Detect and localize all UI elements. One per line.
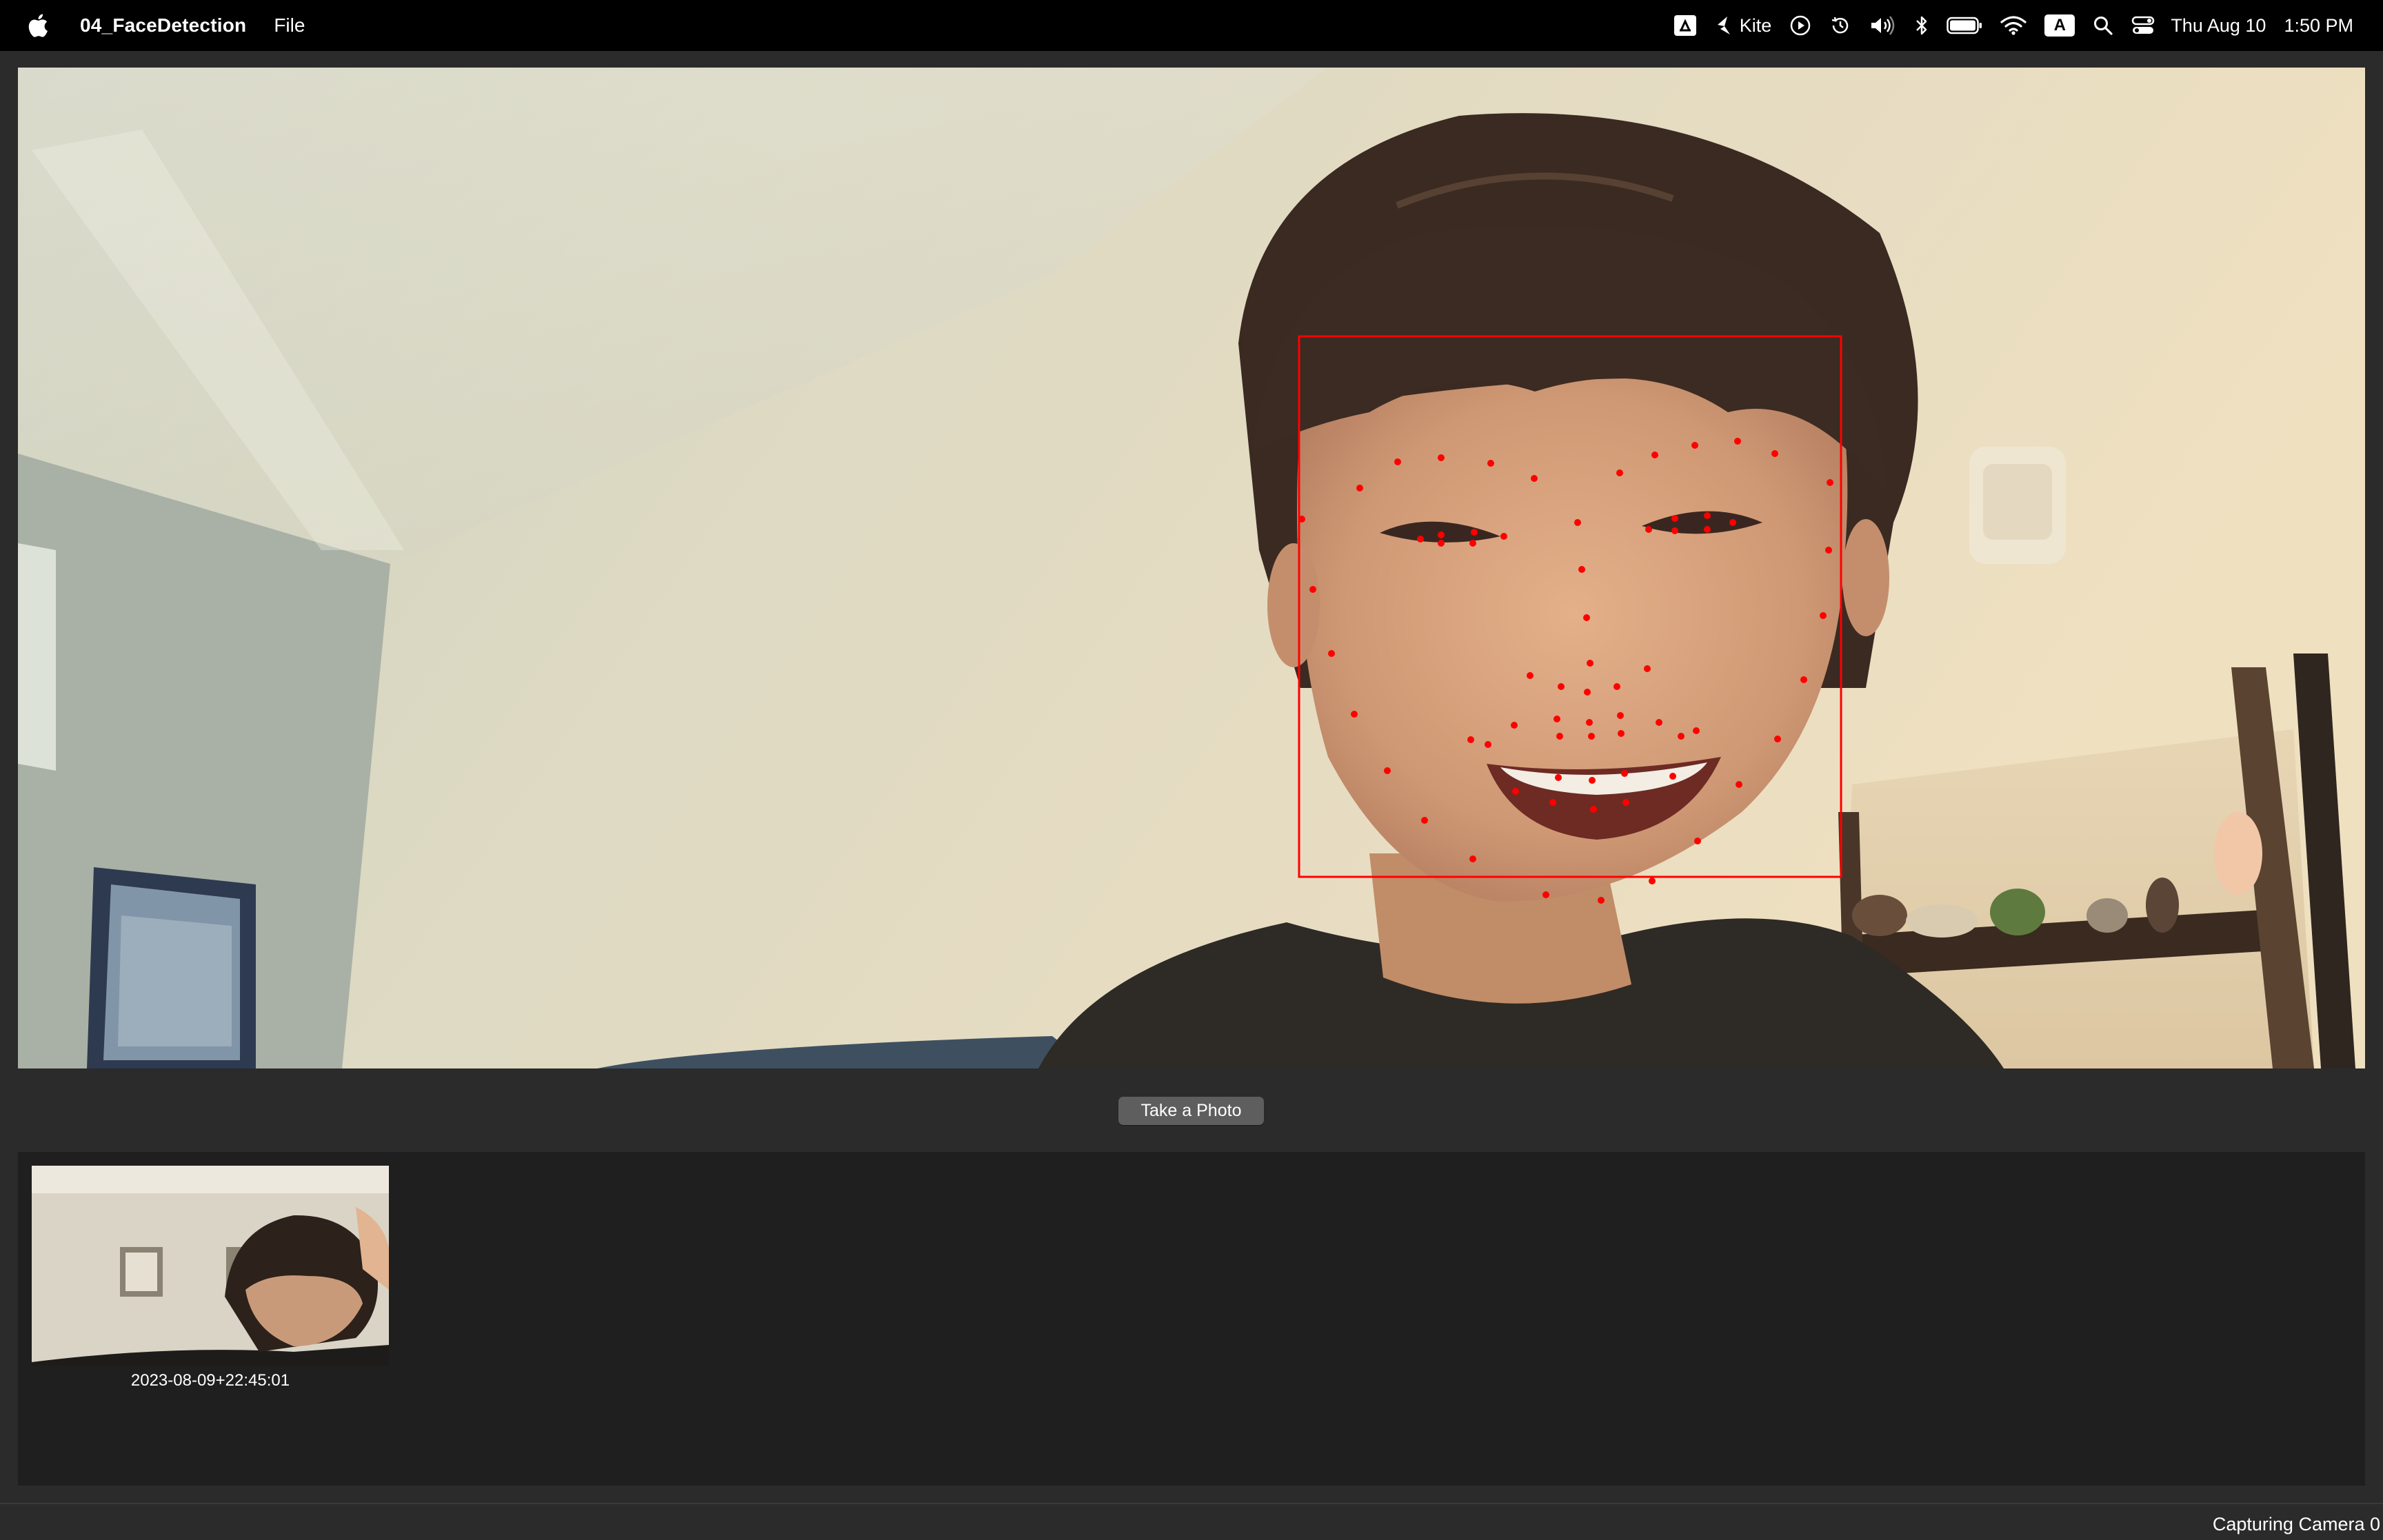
face-landmark-dot [1584, 689, 1591, 696]
face-landmark-dot [1511, 722, 1518, 729]
face-landmark-dot [1800, 676, 1807, 683]
face-landmark-dot [1469, 855, 1476, 862]
status-bar: Capturing Camera 0 [0, 1503, 2383, 1540]
bluetooth-icon[interactable] [1915, 0, 1929, 51]
face-landmark-dot [1500, 533, 1507, 540]
face-landmark-dot [1438, 454, 1445, 461]
face-landmark-dot [1678, 733, 1685, 740]
thumbnail-image [32, 1166, 389, 1366]
face-landmark-dot [1693, 727, 1700, 734]
face-landmark-dot [1485, 741, 1491, 748]
kite-status-item[interactable]: Kite [1715, 0, 1772, 51]
face-landmark-dot [1587, 660, 1593, 667]
face-landmark-dot [1583, 614, 1590, 621]
face-landmark-dot [1644, 665, 1651, 672]
face-landmark-dot [1309, 586, 1316, 593]
face-landmark-dot [1704, 526, 1711, 533]
face-landmark-dot [1617, 712, 1624, 719]
take-photo-button[interactable]: Take a Photo [1118, 1097, 1264, 1125]
face-landmark-dot [1820, 612, 1827, 619]
face-landmark-dot [1734, 438, 1741, 445]
input-source-label: A [2044, 14, 2075, 37]
face-landmark-dot [1656, 719, 1662, 726]
face-landmark-dot [1555, 774, 1562, 781]
volume-icon[interactable] [1869, 0, 1897, 51]
face-landmark-dot [1590, 806, 1597, 813]
face-landmark-dot [1649, 878, 1656, 884]
wifi-icon[interactable] [2000, 0, 2027, 51]
face-landmark-dot [1549, 799, 1556, 806]
face-landmark-dot [1586, 719, 1593, 726]
face-landmark-dot [1825, 547, 1832, 554]
photo-thumbnail[interactable] [32, 1166, 389, 1366]
face-landmark-dot [1351, 711, 1358, 718]
kite-label: Kite [1739, 14, 1772, 36]
face-landmark-dot [1421, 817, 1428, 824]
face-landmark-dot [1651, 452, 1658, 458]
face-landmark-dot [1356, 485, 1363, 492]
face-landmark-dot [1645, 526, 1652, 533]
photo-timestamp: 2023-08-09+22:45:01 [130, 1371, 290, 1390]
input-source-icon[interactable]: A [2044, 0, 2075, 51]
control-center-icon[interactable] [2131, 0, 2155, 51]
camera-frame-image [18, 68, 2365, 1068]
face-landmark-dot [1771, 450, 1778, 457]
google-drive-icon[interactable] [1673, 0, 1697, 51]
spotlight-search-icon[interactable] [2093, 0, 2113, 51]
play-circle-icon[interactable] [1789, 0, 1811, 51]
face-landmark-dot [1487, 460, 1494, 467]
face-landmark-dot [1616, 469, 1623, 476]
face-landmark-dot [1438, 531, 1445, 538]
face-landmark-dot [1384, 767, 1391, 774]
face-landmark-dot [1542, 891, 1549, 898]
face-landmark-dot [1736, 781, 1742, 788]
face-landmark-dot [1671, 527, 1678, 534]
app-name-menu[interactable]: 04_FaceDetection [80, 14, 246, 37]
clock[interactable]: Thu Aug 10 1:50 PM [2171, 0, 2353, 51]
face-landmark-dot [1556, 733, 1563, 740]
face-landmark-dot [1774, 736, 1781, 742]
face-landmark-dot [1622, 799, 1629, 806]
face-landmark-dot [1618, 730, 1625, 737]
face-landmark-dot [1527, 672, 1534, 679]
face-landmark-dot [1729, 519, 1736, 526]
apple-menu-icon[interactable] [28, 13, 48, 38]
face-landmark-dot [1574, 519, 1581, 526]
face-landmark-dot [1438, 540, 1445, 547]
face-landmark-dot [1471, 529, 1478, 536]
battery-icon[interactable] [1947, 0, 1982, 51]
face-landmark-dot [1328, 650, 1335, 657]
face-landmark-dot [1554, 716, 1560, 722]
face-landmark-dot [1469, 540, 1476, 547]
time-machine-icon[interactable] [1829, 0, 1851, 51]
face-landmark-dot [1671, 515, 1678, 522]
menu-bar: 04_FaceDetection File Kite A Thu Aug 10 … [0, 0, 2383, 51]
face-landmark-dot [1512, 788, 1519, 795]
date-text: Thu Aug 10 [2171, 14, 2266, 36]
face-landmark-dot [1531, 475, 1538, 482]
face-landmark-dot [1621, 770, 1628, 777]
face-landmark-dot [1613, 683, 1620, 690]
photo-gallery: 2023-08-09+22:45:01 [18, 1152, 2365, 1486]
face-landmark-dot [1589, 777, 1596, 784]
face-landmark-dot [1578, 566, 1585, 573]
status-text: Capturing Camera 0 [2212, 1514, 2380, 1534]
camera-preview [18, 68, 2365, 1068]
face-landmark-dot [1704, 512, 1711, 519]
face-landmark-dot [1417, 536, 1424, 543]
face-landmark-dot [1467, 736, 1474, 743]
face-landmark-dot [1394, 458, 1401, 465]
time-text: 1:50 PM [2284, 14, 2353, 36]
face-landmark-dot [1827, 479, 1833, 486]
face-landmark-dot [1691, 442, 1698, 449]
face-landmark-dot [1558, 683, 1565, 690]
kite-icon [1717, 17, 1730, 34]
face-landmark-dot [1669, 773, 1676, 780]
face-landmark-dot [1298, 516, 1305, 523]
face-landmark-dot [1588, 733, 1595, 740]
face-landmark-dot [1598, 897, 1605, 904]
file-menu[interactable]: File [274, 14, 305, 37]
face-landmark-dot [1694, 838, 1701, 844]
